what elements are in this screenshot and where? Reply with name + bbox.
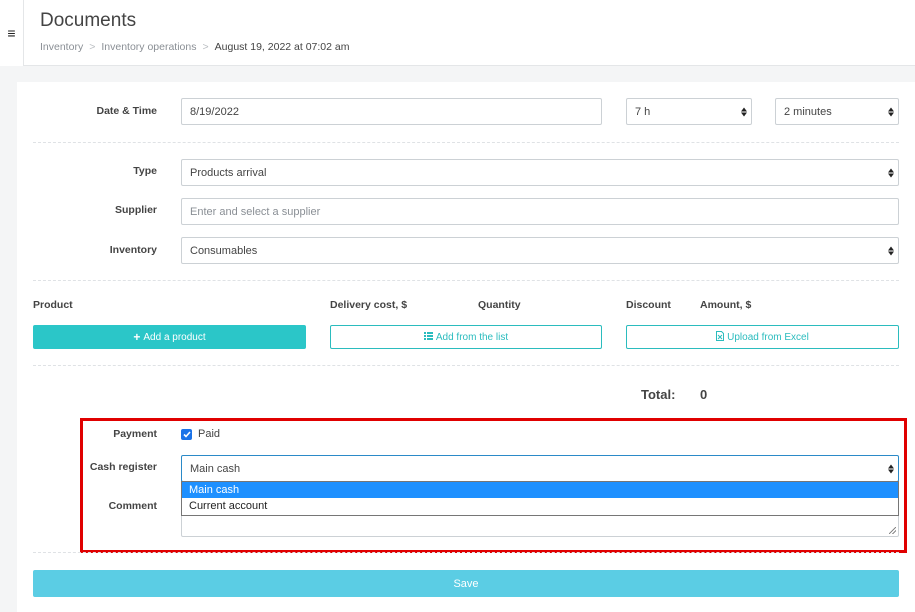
inventory-select[interactable]: Consumables — [181, 237, 899, 264]
divider — [33, 552, 899, 553]
column-delivery-cost: Delivery cost, $ — [330, 299, 408, 311]
save-button[interactable]: Save — [33, 570, 899, 597]
type-select[interactable]: Products arrival — [181, 159, 899, 186]
document-form: Date & Time 8/19/2022 7 h 2 minutes Type… — [17, 82, 915, 612]
select-arrows-icon — [888, 246, 894, 255]
excel-file-icon — [716, 330, 725, 344]
divider — [33, 280, 899, 281]
hamburger-icon: ≡ — [7, 25, 16, 41]
column-quantity: Quantity — [478, 299, 521, 311]
supplier-label: Supplier — [114, 204, 157, 216]
breadcrumb-inventory[interactable]: Inventory — [40, 41, 83, 53]
page-header: Documents Inventory > Inventory operatio… — [24, 0, 915, 66]
list-icon — [423, 331, 433, 343]
breadcrumb-separator: > — [202, 41, 209, 53]
upload-excel-button[interactable]: Upload from Excel — [626, 325, 899, 349]
select-arrows-icon — [888, 168, 894, 177]
breadcrumb-current: August 19, 2022 at 07:02 am — [214, 41, 350, 53]
option-current-account[interactable]: Current account — [182, 498, 898, 514]
divider — [33, 365, 899, 366]
minutes-select[interactable]: 2 minutes — [775, 98, 899, 125]
option-main-cash[interactable]: Main cash — [182, 482, 898, 498]
breadcrumb-separator: > — [89, 41, 96, 53]
cash-register-dropdown: Main cash Current account — [181, 481, 899, 516]
sidebar-toggle-button[interactable]: ≡ — [0, 0, 24, 66]
total-label: Total: — [641, 387, 676, 402]
page-title: Documents — [40, 10, 137, 31]
total-value: 0 — [700, 387, 708, 402]
breadcrumb-inventory-operations[interactable]: Inventory operations — [101, 41, 196, 53]
add-from-list-button[interactable]: Add from the list — [330, 325, 602, 349]
inventory-label: Inventory — [109, 244, 157, 256]
column-discount: Discount — [626, 299, 671, 311]
date-input[interactable]: 8/19/2022 — [181, 98, 602, 125]
datetime-label: Date & Time — [96, 105, 158, 117]
column-product: Product — [33, 299, 73, 311]
select-arrows-icon — [741, 107, 747, 116]
column-amount: Amount, $ — [700, 299, 752, 311]
breadcrumb: Inventory > Inventory operations > Augus… — [40, 41, 350, 53]
type-label: Type — [133, 165, 157, 177]
add-product-button[interactable]: + Add a product — [33, 325, 306, 349]
divider — [33, 142, 899, 143]
select-arrows-icon — [888, 107, 894, 116]
supplier-input[interactable]: Enter and select a supplier — [181, 198, 899, 225]
plus-icon: + — [133, 330, 141, 344]
hours-select[interactable]: 7 h — [626, 98, 752, 125]
